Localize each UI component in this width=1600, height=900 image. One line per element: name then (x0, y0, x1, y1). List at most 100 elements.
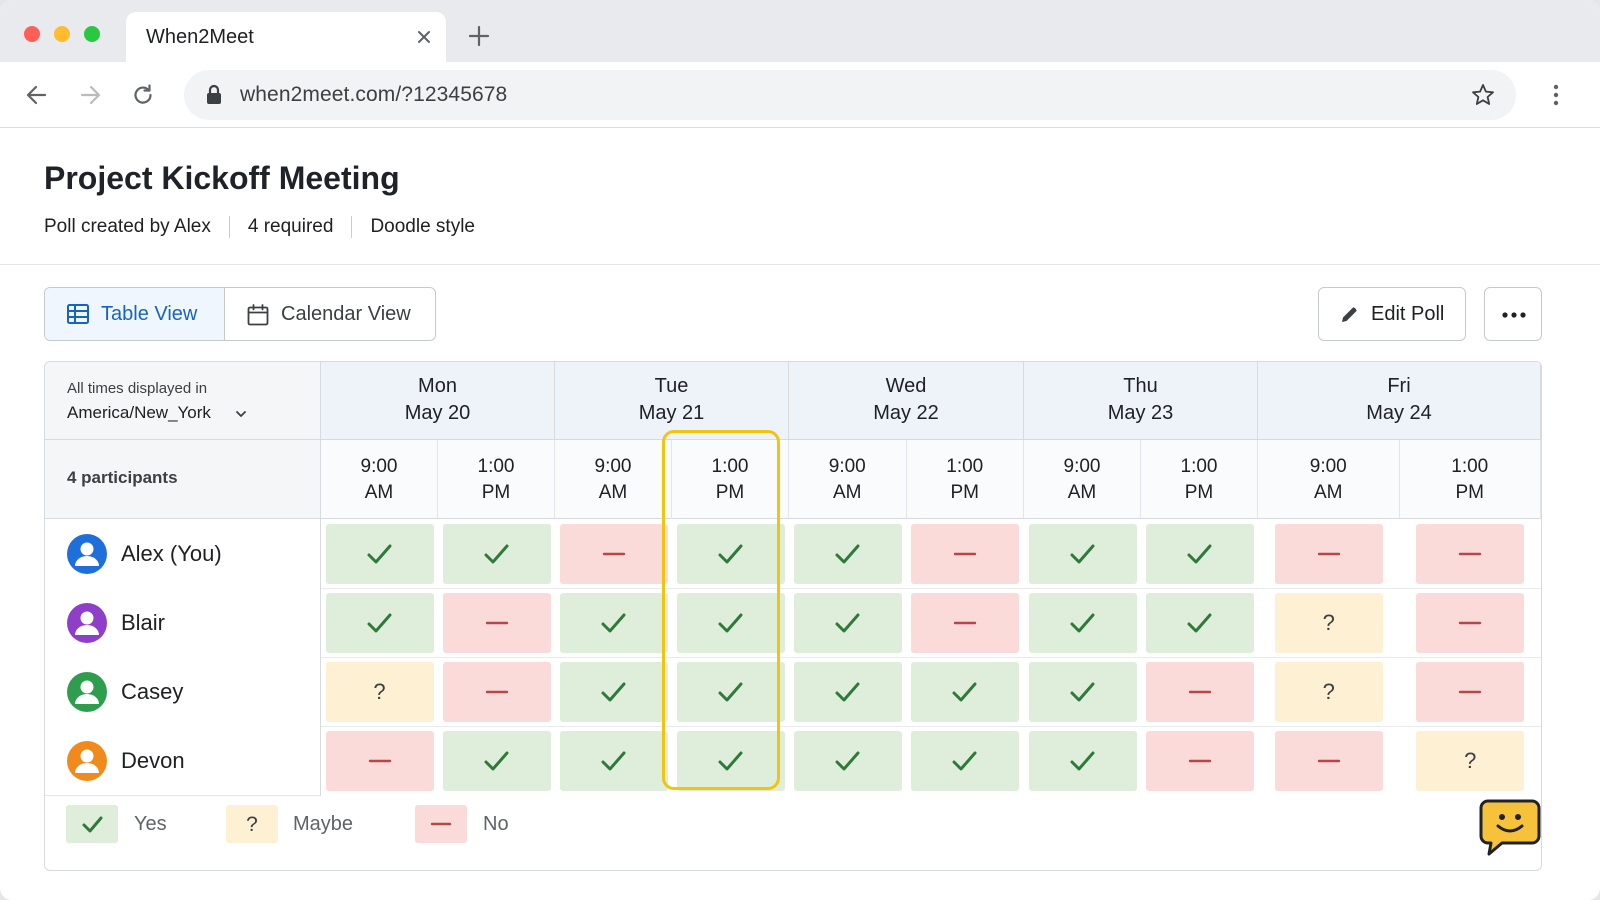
availability-cell[interactable]: ? (1274, 593, 1383, 653)
forward-arrow-icon[interactable] (77, 82, 103, 108)
meta-divider (351, 216, 353, 238)
dash-icon (485, 690, 508, 694)
timezone-label: All times displayed in (67, 380, 208, 397)
reload-icon[interactable] (130, 82, 156, 108)
row-divider (321, 657, 1541, 658)
availability-cell[interactable] (1028, 662, 1137, 722)
availability-cell[interactable] (325, 524, 434, 584)
lock-icon (207, 84, 221, 104)
availability-cell[interactable] (1028, 593, 1137, 653)
availability-cell[interactable] (442, 593, 551, 653)
dash-icon (954, 621, 977, 625)
check-icon (484, 751, 508, 771)
edit-poll-button[interactable]: Edit Poll (1318, 287, 1466, 341)
dash-icon (954, 552, 977, 556)
tab-title: When2Meet (146, 26, 254, 48)
availability-cell[interactable] (1274, 731, 1383, 791)
time-slot-header: 1:00 PM (672, 440, 789, 519)
address-bar[interactable]: when2meet.com/?12345678 (184, 70, 1516, 120)
slot-ampm: PM (1455, 482, 1485, 503)
legend-label-yes: Yes (134, 813, 167, 835)
new-tab-icon[interactable] (466, 23, 492, 49)
kebab-menu-icon[interactable] (1546, 82, 1566, 108)
availability-cell[interactable] (559, 593, 668, 653)
maybe-mark: ? (1322, 679, 1335, 704)
tab-table-view[interactable]: Table View (45, 288, 225, 340)
view-toggle: Table View Calendar View (44, 287, 436, 341)
avatar (67, 672, 107, 712)
availability-cell[interactable] (1145, 524, 1254, 584)
slot-time: 9:00 (1063, 456, 1101, 477)
window-close-button[interactable] (24, 26, 40, 42)
slot-ampm: PM (1184, 482, 1214, 503)
more-horizontal-icon (1502, 312, 1526, 318)
availability-cell[interactable] (325, 593, 434, 653)
availability-cell[interactable] (1028, 731, 1137, 791)
day-name: Tue (654, 375, 689, 397)
row-divider (321, 726, 1541, 727)
availability-cell[interactable] (1145, 593, 1254, 653)
availability-cell[interactable] (1145, 662, 1254, 722)
availability-cell[interactable] (793, 731, 902, 791)
browser-tab[interactable]: When2Meet (126, 12, 446, 64)
availability-cell[interactable] (1416, 593, 1525, 653)
availability-cell[interactable]: ? (325, 662, 434, 722)
dash-icon (368, 759, 391, 763)
availability-cell[interactable] (793, 662, 902, 722)
availability-cell[interactable] (911, 524, 1020, 584)
slot-ampm: PM (481, 482, 511, 503)
availability-cell[interactable] (676, 662, 785, 722)
availability-cell[interactable] (325, 731, 434, 791)
maybe-mark: ? (1322, 610, 1335, 635)
availability-cell[interactable] (676, 593, 785, 653)
availability-cell[interactable] (559, 524, 668, 584)
tab-close-icon[interactable] (414, 27, 434, 47)
check-icon (718, 682, 742, 702)
check-icon (82, 816, 103, 833)
day-name: Thu (1123, 375, 1158, 397)
availability-cell[interactable] (442, 524, 551, 584)
window-maximize-button[interactable] (84, 26, 100, 42)
availability-cell[interactable] (1416, 662, 1525, 722)
slot-time: 9:00 (1309, 456, 1347, 477)
maybe-mark: ? (1464, 748, 1477, 773)
availability-cell[interactable] (793, 593, 902, 653)
availability-cell[interactable] (1028, 524, 1137, 584)
back-arrow-icon[interactable] (24, 82, 50, 108)
availability-cell[interactable]: ? (1274, 662, 1383, 722)
chevron-down-icon (236, 411, 246, 417)
availability-cell[interactable] (559, 662, 668, 722)
availability-cell[interactable] (1274, 524, 1383, 584)
availability-cell[interactable] (911, 662, 1020, 722)
tab-calendar-view[interactable]: Calendar View (225, 288, 435, 340)
availability-cell[interactable] (676, 524, 785, 584)
person-icon (75, 542, 99, 566)
availability-cell[interactable] (911, 593, 1020, 653)
tab-calendar-view-label: Calendar View (281, 303, 411, 325)
dash-icon (1459, 552, 1482, 556)
legend-swatch-maybe: ? (226, 805, 278, 843)
availability-cell[interactable]: ? (1416, 731, 1525, 791)
availability-cell[interactable] (559, 731, 668, 791)
availability-cell[interactable] (442, 662, 551, 722)
star-icon[interactable] (1470, 82, 1496, 108)
slot-ampm: PM (950, 482, 980, 503)
maybe-mark: ? (373, 679, 386, 704)
availability-grid: All times displayed in America/New_York … (44, 361, 1542, 871)
time-slot-header: 9:00 AM (789, 440, 907, 519)
chat-smile-icon[interactable] (1478, 798, 1542, 858)
time-slot-header: 1:00 PM (438, 440, 555, 519)
availability-cell[interactable] (1145, 731, 1254, 791)
availability-cell[interactable] (793, 524, 902, 584)
availability-cell[interactable] (911, 731, 1020, 791)
browser-toolbar: when2meet.com/?12345678 (0, 62, 1600, 128)
window-minimize-button[interactable] (54, 26, 70, 42)
availability-cell[interactable] (442, 731, 551, 791)
more-options-button[interactable] (1484, 287, 1542, 341)
availability-cell[interactable] (1416, 524, 1525, 584)
day-header: Mon May 20 (321, 362, 555, 440)
timezone-selector[interactable]: All times displayed in America/New_York (45, 362, 321, 440)
check-icon (484, 544, 508, 564)
availability-cell[interactable] (676, 731, 785, 791)
slot-ampm: AM (598, 482, 628, 503)
